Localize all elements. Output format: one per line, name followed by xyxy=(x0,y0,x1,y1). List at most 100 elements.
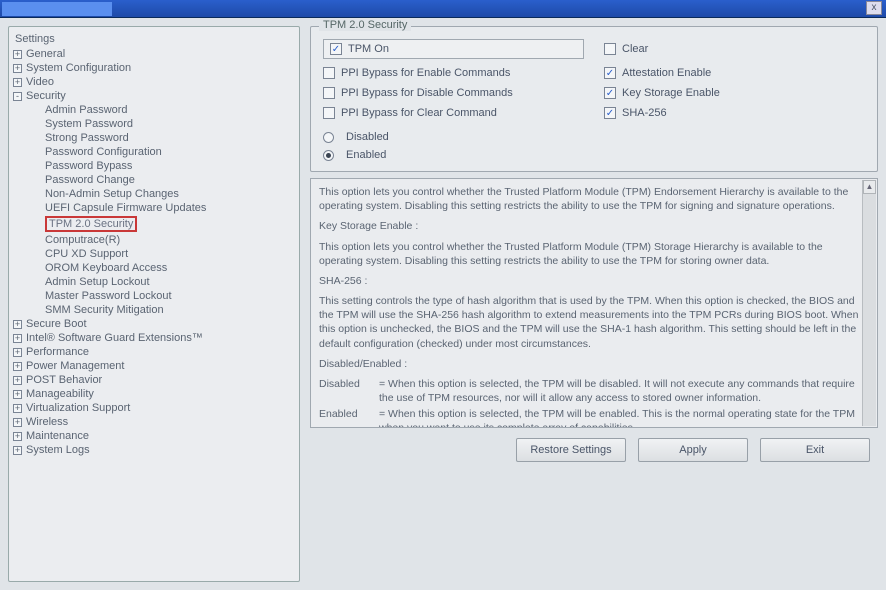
checkbox-icon[interactable] xyxy=(323,87,335,99)
tree-label: Computrace(R) xyxy=(45,234,120,246)
tree-label: Admin Password xyxy=(45,104,128,116)
checkbox-option[interactable]: ✓ SHA-256 xyxy=(604,107,865,119)
titlebar-accent xyxy=(2,2,112,16)
checkbox-option[interactable]: ✓Key Storage Enable xyxy=(604,87,865,99)
checkbox-icon[interactable]: ✓ xyxy=(604,107,616,119)
tree-label: Password Configuration xyxy=(45,146,162,158)
scroll-up-icon[interactable]: ▲ xyxy=(863,180,876,194)
desc-term: Enabled xyxy=(319,407,379,428)
radio-label: Enabled xyxy=(346,149,386,161)
tree-label: POST Behavior xyxy=(26,374,102,386)
tree-item[interactable]: +Virtualization Support xyxy=(13,401,295,415)
expand-icon[interactable]: + xyxy=(13,376,22,385)
tree-item[interactable]: +Manageability xyxy=(13,387,295,401)
option-label: PPI Bypass for Disable Commands xyxy=(341,87,513,99)
tree-label: TPM 2.0 Security xyxy=(45,216,137,232)
tree-subitem[interactable]: Password Configuration xyxy=(45,145,295,159)
tree-item[interactable]: + Power Management xyxy=(13,359,295,373)
checkbox-icon[interactable]: ✓ xyxy=(604,67,616,79)
tpm-security-fieldset: TPM 2.0 Security ✓TPM OnClearPPI Bypass … xyxy=(310,26,878,172)
tree-label: Power Management xyxy=(26,360,124,372)
tree-subitem[interactable]: Strong Password xyxy=(45,131,295,145)
tree-subitem[interactable]: System Password xyxy=(45,117,295,131)
checkbox-icon[interactable]: ✓ xyxy=(330,43,342,55)
expand-icon[interactable]: + xyxy=(13,334,22,343)
tree-item[interactable]: +Performance xyxy=(13,345,295,359)
tree-label: Maintenance xyxy=(26,430,89,442)
tree-subitem[interactable]: SMM Security Mitigation xyxy=(45,303,295,317)
tree-subitem-selected[interactable]: TPM 2.0 Security xyxy=(45,215,295,233)
tree-label: SMM Security Mitigation xyxy=(45,304,164,316)
tree-label: Security xyxy=(26,90,66,102)
tree-item[interactable]: + Maintenance xyxy=(13,429,295,443)
expand-icon[interactable]: + xyxy=(13,418,22,427)
expand-icon[interactable]: + xyxy=(13,78,22,87)
expand-icon[interactable]: + xyxy=(13,390,22,399)
tree-item[interactable]: + Wireless xyxy=(13,415,295,429)
expand-icon[interactable]: + xyxy=(13,446,22,455)
option-label: SHA-256 xyxy=(622,107,667,119)
tree-subitem[interactable]: Computrace(R) xyxy=(45,233,295,247)
expand-icon[interactable]: + xyxy=(13,432,22,441)
tree-item[interactable]: +Video xyxy=(13,75,295,89)
expand-icon[interactable]: + xyxy=(13,404,22,413)
expand-icon[interactable]: + xyxy=(13,50,22,59)
checkbox-icon[interactable]: ✓ xyxy=(604,87,616,99)
tree-item[interactable]: + POST Behavior xyxy=(13,373,295,387)
checkbox-option[interactable]: ✓Attestation Enable xyxy=(604,67,865,79)
radio-option[interactable]: Enabled xyxy=(323,149,865,161)
tree-subitem[interactable]: Password Change xyxy=(45,173,295,187)
checkbox-icon[interactable] xyxy=(323,107,335,119)
checkbox-icon[interactable] xyxy=(604,43,616,55)
apply-button[interactable]: Apply xyxy=(638,438,748,462)
tree-label: Strong Password xyxy=(45,132,129,144)
restore-settings-button[interactable]: Restore Settings xyxy=(516,438,626,462)
close-button[interactable]: x xyxy=(866,1,882,15)
checkbox-option[interactable]: Clear xyxy=(604,39,865,59)
tree-item-security[interactable]: - Security xyxy=(13,89,295,103)
option-label: TPM On xyxy=(348,43,389,55)
scrollbar[interactable]: ▲ xyxy=(862,180,876,426)
option-label: Clear xyxy=(622,43,648,55)
tree-subitem[interactable]: CPU XD Support xyxy=(45,247,295,261)
tree-subitem[interactable]: Admin Password xyxy=(45,103,295,117)
settings-tree: Settings +General+System Configuration+V… xyxy=(8,26,300,582)
desc-paragraph: This option lets you control whether the… xyxy=(319,185,863,213)
exit-button[interactable]: Exit xyxy=(760,438,870,462)
tree-item[interactable]: +Secure Boot xyxy=(13,317,295,331)
tree-subitem[interactable]: Master Password Lockout xyxy=(45,289,295,303)
tree-label: Intel® Software Guard Extensions™ xyxy=(26,332,203,344)
expand-icon[interactable]: + xyxy=(13,348,22,357)
tree-label: Non-Admin Setup Changes xyxy=(45,188,179,200)
tree-subitem[interactable]: OROM Keyboard Access xyxy=(45,261,295,275)
checkbox-icon[interactable] xyxy=(323,67,335,79)
expand-icon[interactable]: + xyxy=(13,64,22,73)
tree-item[interactable]: + Intel® Software Guard Extensions™ xyxy=(13,331,295,345)
radio-option[interactable]: Disabled xyxy=(323,131,865,143)
expand-icon[interactable]: + xyxy=(13,320,22,329)
tree-subitem[interactable]: UEFI Capsule Firmware Updates xyxy=(45,201,295,215)
tree-item[interactable]: +System Logs xyxy=(13,443,295,457)
checkbox-option[interactable]: PPI Bypass for Clear Command xyxy=(323,107,584,119)
tree-subitem[interactable]: Admin Setup Lockout xyxy=(45,275,295,289)
tree-label: Admin Setup Lockout xyxy=(45,276,150,288)
desc-heading: Key Storage Enable : xyxy=(319,219,863,233)
radio-icon[interactable] xyxy=(323,150,334,161)
fieldset-legend: TPM 2.0 Security xyxy=(319,19,411,31)
tree-item[interactable]: +System Configuration xyxy=(13,61,295,75)
option-label: PPI Bypass for Clear Command xyxy=(341,107,497,119)
checkbox-option[interactable]: PPI Bypass for Disable Commands xyxy=(323,87,584,99)
desc-paragraph: This setting controls the type of hash a… xyxy=(319,294,863,351)
desc-paragraph: This option lets you control whether the… xyxy=(319,240,863,268)
tree-subitem[interactable]: Non-Admin Setup Changes xyxy=(45,187,295,201)
collapse-icon[interactable]: - xyxy=(13,92,22,101)
checkbox-option[interactable]: ✓ TPM On xyxy=(323,39,584,59)
expand-icon[interactable]: + xyxy=(13,362,22,371)
tree-label: Wireless xyxy=(26,416,68,428)
tree-item[interactable]: +General xyxy=(13,47,295,61)
radio-icon[interactable] xyxy=(323,132,334,143)
desc-heading: SHA-256 : xyxy=(319,274,863,288)
checkbox-option[interactable]: PPI Bypass for Enable Commands xyxy=(323,67,584,79)
tree-subitem[interactable]: Password Bypass xyxy=(45,159,295,173)
button-bar: Restore Settings Apply Exit xyxy=(310,434,878,462)
